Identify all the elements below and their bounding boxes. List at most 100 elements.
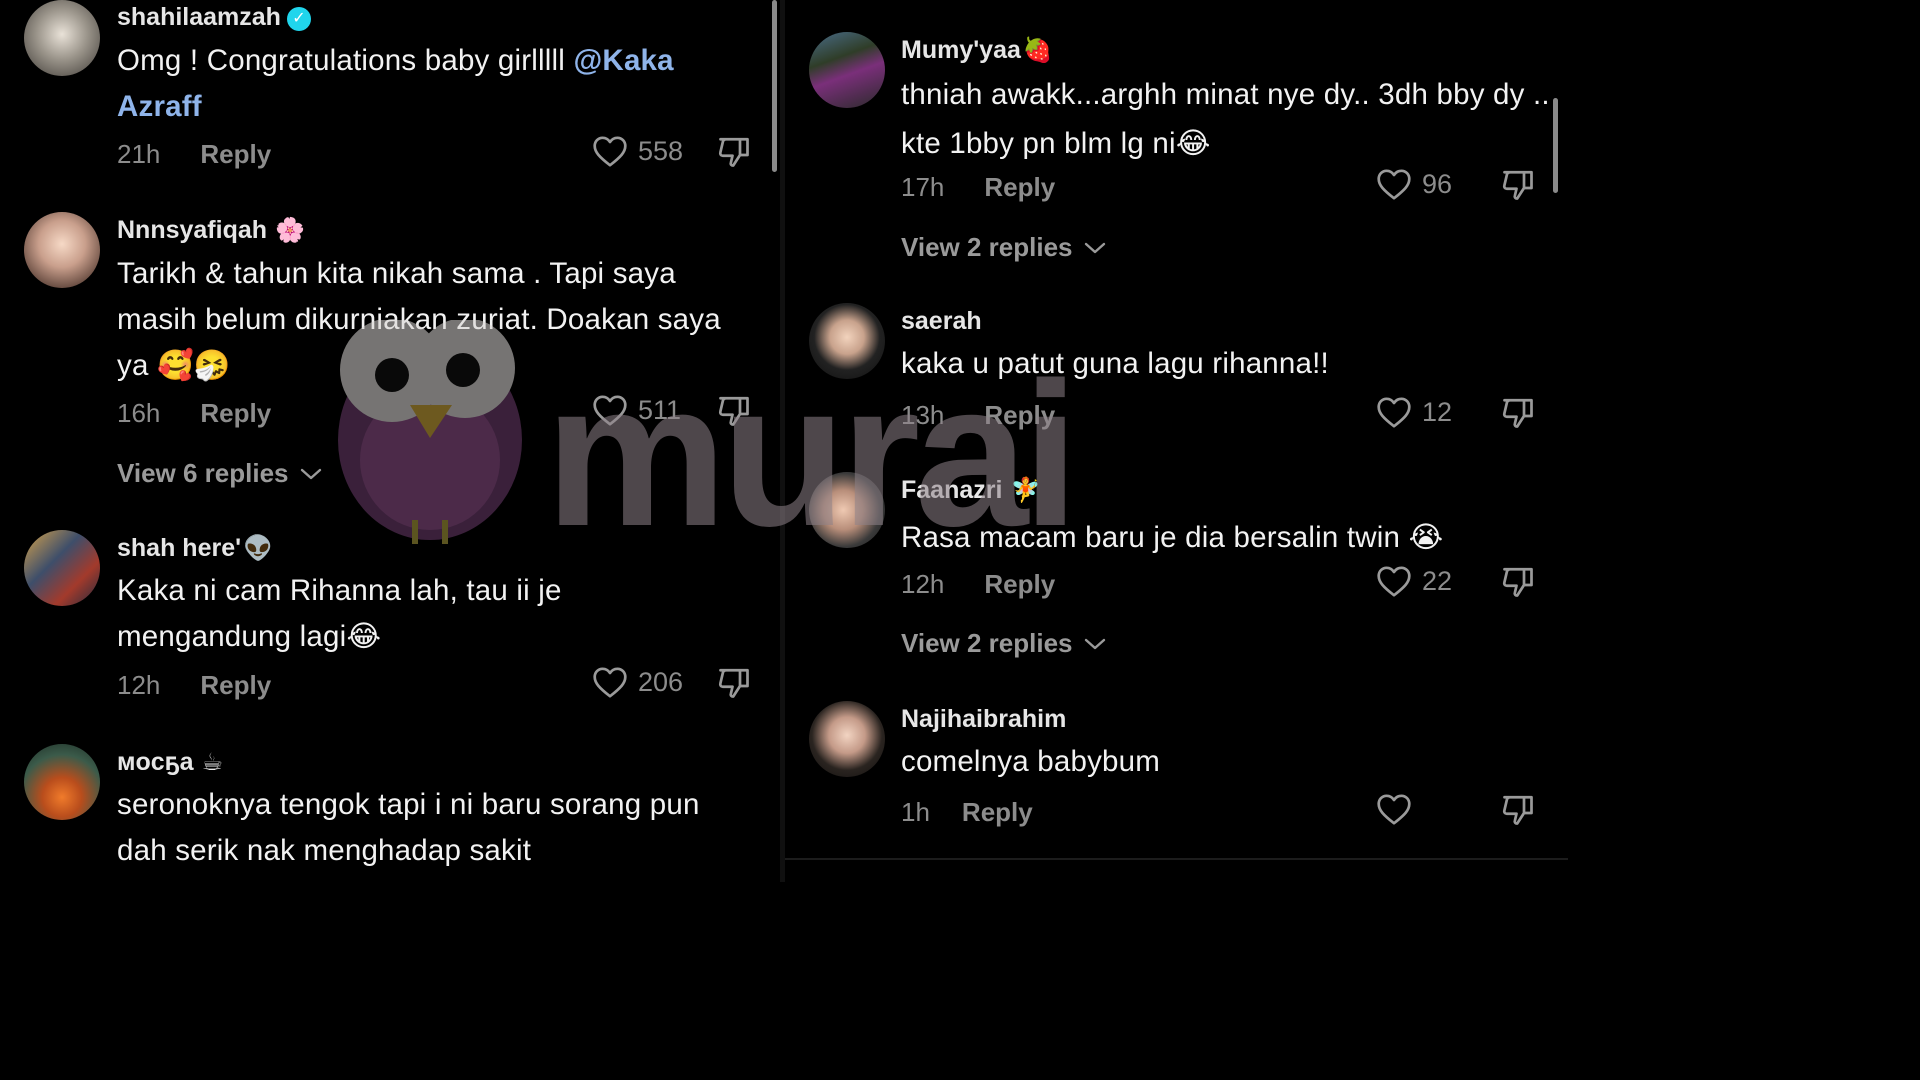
- avatar[interactable]: [24, 530, 100, 606]
- like-count: 206: [638, 666, 684, 697]
- like-count: 96: [1422, 168, 1453, 199]
- heart-outline-icon: [1377, 397, 1411, 428]
- comment-item: Nnnsyafiqah 🌸 Tarikh & tahun kita nikah s…: [0, 212, 780, 512]
- avatar[interactable]: [24, 212, 100, 288]
- comment-meta: 17h Reply: [901, 172, 1055, 203]
- view-replies-button[interactable]: View 2 replies: [901, 628, 1107, 659]
- avatar[interactable]: [809, 701, 885, 777]
- dislike-button[interactable]: [1500, 167, 1536, 203]
- left-comment-panel: shahilaamzah ✓ Omg ! Congratulations baby…: [0, 0, 780, 882]
- avatar[interactable]: [809, 472, 885, 548]
- thumbs-down-icon: [1502, 795, 1533, 825]
- dislike-button[interactable]: [716, 665, 752, 701]
- verified-badge-icon: ✓: [286, 7, 311, 31]
- username-text[interactable]: shah here': [117, 534, 241, 562]
- dislike-button[interactable]: [1500, 395, 1536, 431]
- reply-button[interactable]: Reply: [962, 797, 1033, 827]
- like-button[interactable]: 22: [1376, 564, 1452, 598]
- comment-item: shahilaamzah ✓ Omg ! Congratulations baby…: [0, 0, 780, 200]
- like-button[interactable]: 511: [592, 393, 681, 427]
- like-button[interactable]: 12: [1376, 395, 1452, 429]
- username-text[interactable]: Faanazri: [901, 476, 1002, 504]
- comment-meta: 21h Reply: [117, 139, 271, 170]
- username-text[interactable]: Mumy'yaa: [901, 36, 1021, 64]
- comment-meta: 13h Reply: [901, 400, 1055, 431]
- reply-button[interactable]: Reply: [200, 670, 271, 700]
- like-button[interactable]: 206: [592, 665, 683, 699]
- thumbs-down-icon: [1502, 170, 1533, 200]
- like-button[interactable]: [1376, 792, 1422, 826]
- comment-username[interactable]: shahilaamzah ✓: [117, 5, 311, 31]
- avatar[interactable]: [809, 32, 885, 108]
- comment-meta: 16h Reply: [117, 398, 271, 429]
- scrollbar[interactable]: [772, 0, 777, 172]
- username-text[interactable]: shahilaamzah: [117, 3, 281, 31]
- avatar[interactable]: [24, 744, 100, 820]
- like-button[interactable]: 558: [592, 134, 683, 168]
- timestamp: 21h: [117, 139, 161, 169]
- thumbs-down-icon: [718, 137, 749, 167]
- username-emoji: 🍓: [1022, 37, 1053, 64]
- comment-text: kaka u patut guna lagu rihanna!!: [901, 347, 1329, 380]
- dislike-button[interactable]: [1500, 564, 1536, 600]
- scrollbar[interactable]: [1553, 98, 1558, 193]
- comment-username[interactable]: Mumy'yaa🍓: [901, 38, 1053, 63]
- heart-outline-icon: [1377, 794, 1411, 825]
- view-replies-label[interactable]: View 2 replies: [901, 232, 1073, 263]
- comment-meta: 12h Reply: [117, 670, 271, 701]
- comment-item: Mumy'yaa🍓 thniah awakk...arghh minat nye…: [785, 32, 1568, 282]
- comment-item: Najihaibrahim comelnya babybum 1h Reply: [785, 701, 1568, 861]
- thumbs-down-icon: [718, 668, 749, 698]
- reply-button[interactable]: Reply: [200, 398, 271, 428]
- username-text[interactable]: мocҕa: [117, 748, 194, 776]
- bottom-separator: [785, 858, 1568, 860]
- view-replies-button[interactable]: View 6 replies: [117, 458, 323, 489]
- dislike-button[interactable]: [716, 134, 752, 170]
- username-emoji: 👽: [243, 535, 273, 562]
- avatar[interactable]: [809, 303, 885, 379]
- reply-button[interactable]: Reply: [984, 400, 1055, 430]
- comment-username[interactable]: Faanazri 🧚: [901, 478, 1040, 503]
- comment-username[interactable]: saerah: [901, 309, 982, 334]
- like-button[interactable]: 96: [1376, 167, 1452, 201]
- chevron-down-icon: [1084, 242, 1105, 253]
- heart-outline-icon: [593, 395, 627, 426]
- reply-button[interactable]: Reply: [984, 172, 1055, 202]
- like-count: 511: [638, 394, 682, 425]
- heart-outline-icon: [593, 667, 627, 698]
- right-comment-panel: Mumy'yaa🍓 thniah awakk...arghh minat nye…: [785, 0, 1568, 882]
- comment-text: Tarikh & tahun kita nikah sama . Tapi sa…: [117, 257, 721, 382]
- reply-button[interactable]: Reply: [200, 139, 271, 169]
- like-count: 558: [638, 135, 684, 166]
- comment-text: thniah awakk...arghh minat nye dy.. 3dh …: [901, 78, 1550, 160]
- dislike-button[interactable]: [716, 393, 752, 429]
- comment-text: Omg ! Congratulations baby girlllll @Kak…: [117, 38, 737, 130]
- comment-item: shah here'👽 Kaka ni cam Rihanna lah, tau…: [0, 530, 780, 730]
- thumbs-down-icon: [1502, 567, 1533, 597]
- comment-meta: 12h Reply: [901, 569, 1055, 600]
- comment-text-body: Omg ! Congratulations baby girlllll: [117, 44, 574, 77]
- comment-username[interactable]: Nnnsyafiqah 🌸: [117, 218, 305, 243]
- avatar[interactable]: [24, 0, 100, 76]
- chevron-down-icon: [1084, 638, 1105, 649]
- comment-text: Rasa macam baru je dia bersalin twin 😭: [901, 521, 1444, 554]
- view-replies-button[interactable]: View 2 replies: [901, 232, 1107, 263]
- comment-username[interactable]: мocҕa ☕: [117, 750, 223, 775]
- timestamp: 12h: [901, 569, 945, 599]
- username-emoji: 🧚: [1010, 477, 1041, 504]
- view-replies-label[interactable]: View 6 replies: [117, 458, 289, 489]
- heart-outline-icon: [1377, 169, 1411, 200]
- username-text[interactable]: Nnnsyafiqah: [117, 216, 267, 244]
- comment-username[interactable]: Najihaibrahim: [901, 707, 1066, 732]
- like-count: 22: [1422, 565, 1453, 596]
- comment-text: comelnya babybum: [901, 745, 1161, 778]
- reply-button[interactable]: Reply: [984, 569, 1055, 599]
- username-text[interactable]: saerah: [901, 307, 982, 335]
- comment-username[interactable]: shah here'👽: [117, 536, 273, 561]
- comment-item: Faanazri 🧚 Rasa macam baru je dia bersali…: [785, 472, 1568, 682]
- username-text[interactable]: Najihaibrahim: [901, 705, 1066, 733]
- timestamp: 1h: [901, 797, 930, 827]
- dislike-button[interactable]: [1500, 792, 1536, 828]
- view-replies-label[interactable]: View 2 replies: [901, 628, 1073, 659]
- heart-outline-icon: [1377, 566, 1411, 597]
